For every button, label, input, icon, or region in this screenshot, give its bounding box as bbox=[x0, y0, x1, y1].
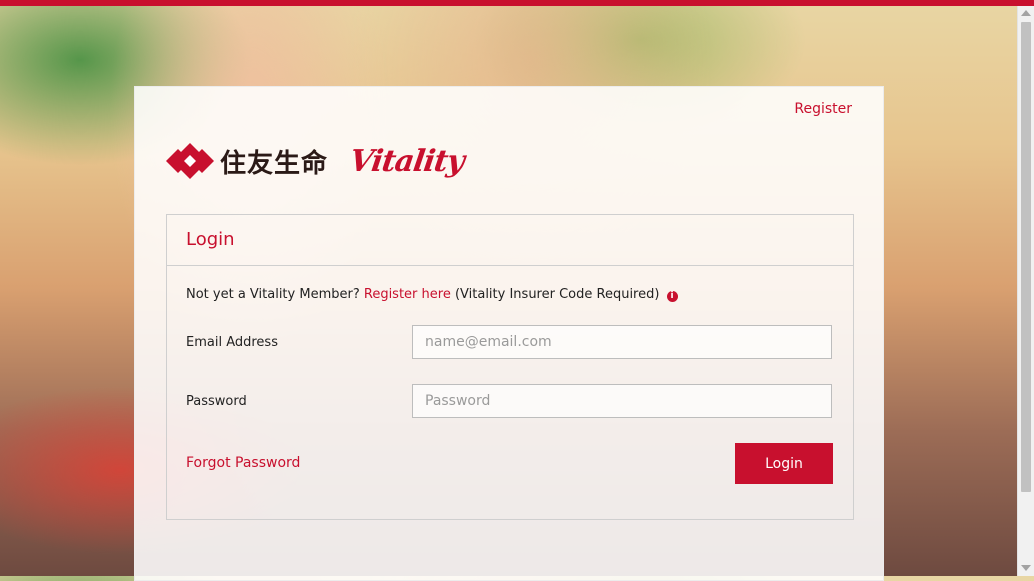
register-link[interactable]: Register bbox=[794, 101, 852, 117]
scroll-down-arrow-icon[interactable] bbox=[1021, 565, 1031, 571]
member-prompt: Not yet a Vitality Member? Register here… bbox=[186, 287, 678, 302]
member-prompt-suffix: (Vitality Insurer Code Required) bbox=[454, 287, 660, 302]
password-label: Password bbox=[186, 394, 247, 409]
register-here-link[interactable]: Register here bbox=[364, 287, 451, 302]
email-label: Email Address bbox=[186, 335, 278, 350]
login-panel: Register 住友生命 Vitality Login Not yet a V… bbox=[134, 86, 884, 581]
logo-vitality-wordmark: Vitality bbox=[347, 143, 467, 179]
top-accent-bar bbox=[0, 0, 1034, 6]
login-header: Login bbox=[167, 215, 853, 266]
forgot-password-link[interactable]: Forgot Password bbox=[186, 455, 300, 471]
sumitomo-diamond-logo-icon bbox=[166, 143, 214, 179]
member-prompt-prefix: Not yet a Vitality Member? bbox=[186, 287, 360, 302]
login-form-box: Login Not yet a Vitality Member? Registe… bbox=[166, 214, 854, 520]
scroll-thumb[interactable] bbox=[1021, 22, 1031, 492]
page-scrollbar[interactable] bbox=[1017, 6, 1034, 576]
info-circle-icon[interactable]: i bbox=[666, 291, 678, 302]
sumitomo-vitality-logo: 住友生命 Vitality bbox=[166, 137, 467, 185]
login-title: Login bbox=[186, 229, 235, 250]
logo-kanji-text: 住友生命 bbox=[220, 148, 329, 179]
password-input[interactable] bbox=[412, 384, 832, 418]
email-input[interactable] bbox=[412, 325, 832, 359]
login-button[interactable]: Login bbox=[735, 443, 833, 484]
scroll-up-arrow-icon[interactable] bbox=[1021, 10, 1031, 16]
